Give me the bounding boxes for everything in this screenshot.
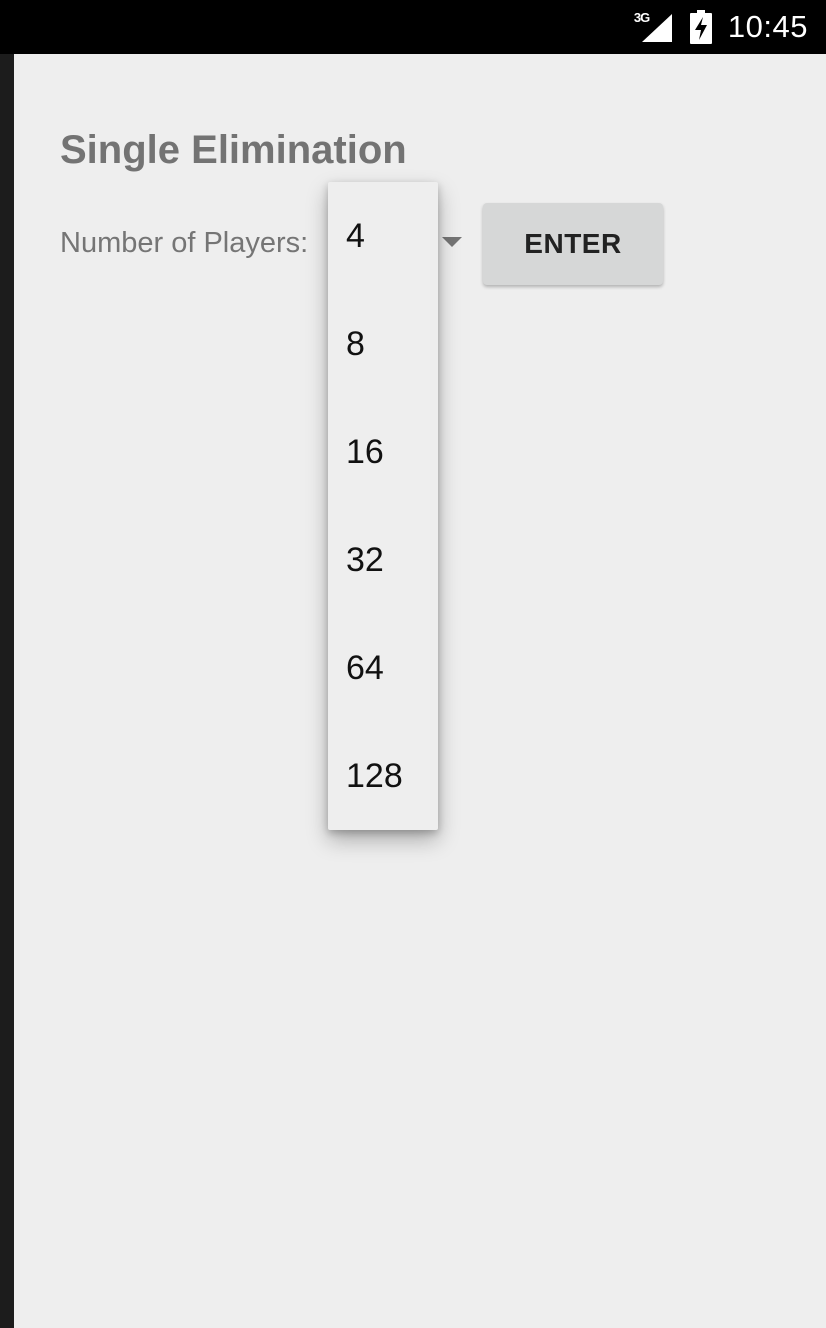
dropdown-option-4[interactable]: 4 xyxy=(328,182,438,290)
status-bar: 3G 10:45 xyxy=(0,0,826,54)
dropdown-option-128[interactable]: 128 xyxy=(328,722,438,830)
enter-button[interactable]: ENTER xyxy=(483,203,663,285)
dropdown-option-32[interactable]: 32 xyxy=(328,506,438,614)
status-clock: 10:45 xyxy=(727,9,808,44)
players-dropdown-menu: 4 8 16 32 64 128 xyxy=(328,182,438,830)
page-title: Single Elimination xyxy=(60,128,407,172)
battery-charging-icon xyxy=(689,10,712,44)
spinner-dropdown-arrow-icon[interactable] xyxy=(442,237,462,247)
dropdown-option-8[interactable]: 8 xyxy=(328,290,438,398)
cellular-signal-icon: 3G xyxy=(634,10,674,44)
screen-edge xyxy=(0,0,14,1328)
dropdown-option-16[interactable]: 16 xyxy=(328,398,438,506)
app-content: Single Elimination Number of Players: EN… xyxy=(14,54,826,1328)
players-label: Number of Players: xyxy=(60,227,309,259)
dropdown-option-64[interactable]: 64 xyxy=(328,614,438,722)
